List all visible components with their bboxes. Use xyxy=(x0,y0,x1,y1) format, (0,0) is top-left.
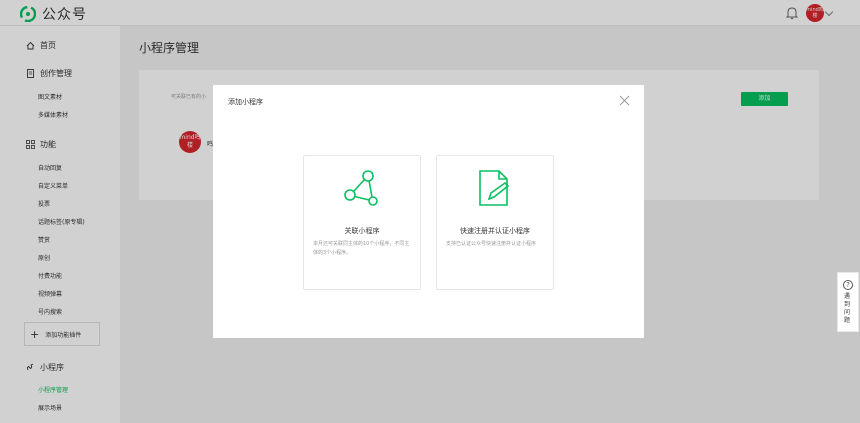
option-title: 快速注册并认证小程序 xyxy=(460,227,530,235)
add-miniprogram-dialog: 添加小程序 关联小程序 本月还可关联同主体的10个小程序，不同主体的3个小程序。… xyxy=(213,85,644,338)
question-icon: ? xyxy=(843,280,853,290)
option-link-miniprogram[interactable]: 关联小程序 本月还可关联同主体的10个小程序，不同主体的3个小程序。 xyxy=(303,155,421,290)
option-title: 关联小程序 xyxy=(344,227,380,235)
option-quick-register[interactable]: 快速注册并认证小程序 支持已认证公众号快速注册并认证小程序 xyxy=(436,155,554,290)
help-float-button[interactable]: ? 遇到问题 xyxy=(837,272,859,332)
option-description: 支持已认证公众号快速注册并认证小程序 xyxy=(446,241,537,247)
link-nodes-icon xyxy=(344,170,378,206)
document-edit-icon xyxy=(479,170,510,206)
help-text: 遇到问题 xyxy=(844,293,851,324)
option-description: 本月还可关联同主体的10个小程序，不同主体的3个小程序。 xyxy=(313,241,410,256)
close-icon[interactable] xyxy=(619,95,630,106)
dialog-title: 添加小程序 xyxy=(228,98,263,106)
